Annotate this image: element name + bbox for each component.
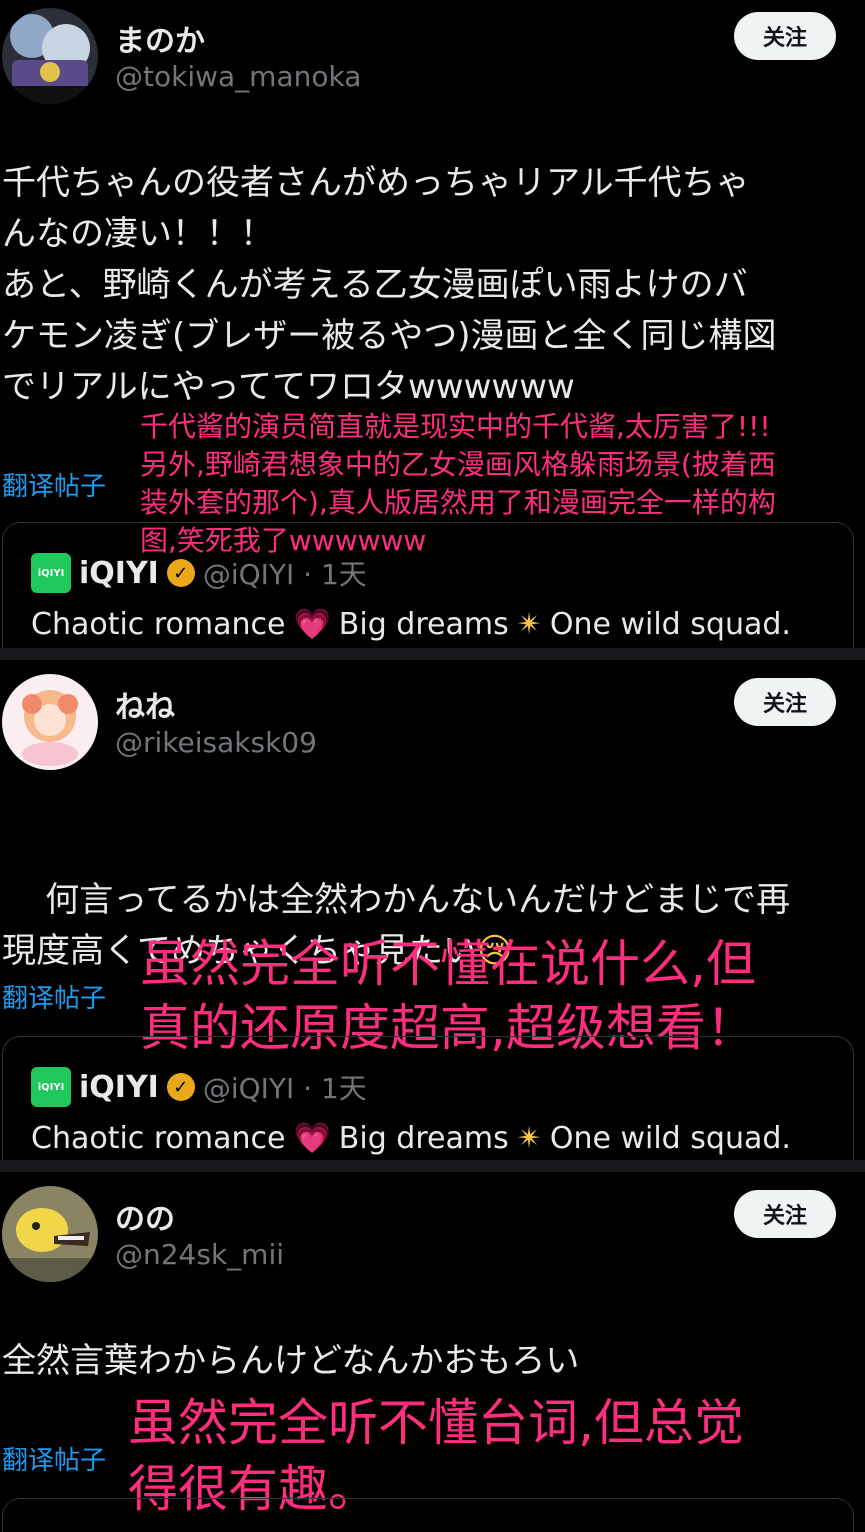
iqiyi-logo-icon: iQIYI [31, 1067, 71, 1107]
verified-badge-icon: ✓ [166, 1073, 195, 1101]
quoted-display-name: iQIYI [79, 1069, 159, 1105]
avatar[interactable] [2, 8, 98, 104]
avatar[interactable] [2, 1186, 98, 1282]
quoted-text: Chaotic romance 💗 Big dreams ✴ One wild … [31, 1121, 791, 1156]
quoted-post[interactable]: iQIYI iQIYI ✓ @iQIYI · 1天 Chaotic romanc… [2, 522, 854, 649]
post-text: 全然言葉わからんけどなんかおもろい [2, 1341, 580, 1381]
heart-emoji: 💗 [293, 607, 331, 642]
display-name[interactable]: まのか [115, 16, 205, 60]
quoted-handle: @iQIYI · 1天 [202, 558, 367, 591]
translate-post-link[interactable]: 翻译帖子 [2, 978, 106, 1015]
quoted-post[interactable] [2, 1498, 854, 1532]
quoted-text-part-2: Big dreams [338, 607, 509, 642]
quoted-text: Chaotic romance 💗 Big dreams ✴ One wild … [31, 607, 791, 642]
iqiyi-logo-icon: iQIYI [31, 553, 71, 593]
quoted-text-part-1: Chaotic romance [31, 1121, 286, 1156]
sparkle-emoji: ✴ [516, 607, 542, 642]
verified-badge-icon: ✓ [166, 559, 195, 587]
post-text: 千代ちゃんの役者さんがめっちゃリアル千代ちゃ んなの凄い！！！ あと、野崎くんが… [2, 163, 777, 407]
post-divider [0, 1160, 865, 1172]
follow-button[interactable]: 关注 [734, 1190, 836, 1238]
post-1: まのか @tokiwa_manoka 关注 千代ちゃんの役者さんがめっちゃリアル… [0, 0, 865, 649]
user-handle[interactable]: @rikeisaksk09 [115, 726, 317, 759]
display-name[interactable]: のの [115, 1194, 175, 1238]
post-divider [0, 648, 865, 660]
follow-button[interactable]: 关注 [734, 678, 836, 726]
follow-button[interactable]: 关注 [734, 12, 836, 60]
translate-post-link[interactable]: 翻译帖子 [2, 1440, 106, 1477]
sparkle-emoji: ✴ [516, 1121, 542, 1156]
user-handle[interactable]: @tokiwa_manoka [115, 60, 361, 93]
post-3: のの @n24sk_mii 关注 全然言葉わからんけどなんかおもろい 翻译帖子 … [0, 1172, 865, 1532]
quoted-text-part-1: Chaotic romance [31, 607, 286, 642]
heart-emoji: 💗 [293, 1121, 331, 1156]
display-name[interactable]: ねね [115, 682, 175, 726]
avatar[interactable] [2, 674, 98, 770]
user-handle[interactable]: @n24sk_mii [115, 1238, 284, 1271]
translate-post-link[interactable]: 翻译帖子 [2, 466, 106, 503]
quoted-post[interactable]: iQIYI iQIYI ✓ @iQIYI · 1天 Chaotic romanc… [2, 1036, 854, 1161]
quoted-text-part-3: One wild squad. [549, 607, 791, 642]
quoted-handle: @iQIYI · 1天 [202, 1072, 367, 1105]
quoted-display-name: iQIYI [79, 555, 159, 591]
post-2: ねね @rikeisaksk09 关注 何言ってるかは全然わかんないんだけどまじ… [0, 660, 865, 1161]
quoted-text-part-2: Big dreams [338, 1121, 509, 1156]
quoted-text-part-3: One wild squad. [549, 1121, 791, 1156]
